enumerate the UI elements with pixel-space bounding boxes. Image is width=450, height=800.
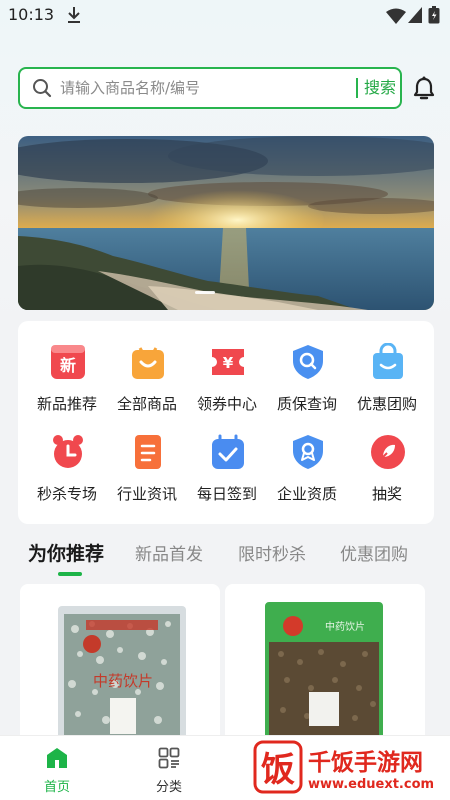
- tabbar-home[interactable]: 首页: [2, 736, 112, 800]
- menu-label: 新品推荐: [36, 395, 97, 413]
- signal-icon: [408, 7, 422, 23]
- svg-text:饭: 饭: [261, 750, 295, 790]
- menu-group-buy[interactable]: 优惠团购: [347, 343, 427, 423]
- banner-image: [18, 136, 434, 310]
- svg-text:中药饮片: 中药饮片: [325, 620, 365, 633]
- shopping-bag-icon: [373, 343, 403, 379]
- menu-label: 抽奖: [371, 485, 402, 503]
- tabbar-label: 分类: [155, 780, 182, 795]
- menu-label: 行业资讯: [116, 485, 177, 503]
- tab-new-arrivals[interactable]: 新品首发: [135, 540, 203, 565]
- shield-search-icon: [293, 345, 323, 379]
- menu-label: 质保查询: [276, 395, 337, 413]
- svg-text:新: 新: [60, 356, 76, 375]
- menu-new-products[interactable]: 新 新品推荐: [27, 343, 107, 423]
- menu-lottery[interactable]: 抽奖: [347, 433, 427, 513]
- menu-company-credentials[interactable]: 企业资质: [267, 433, 347, 513]
- status-bar: 10:13: [0, 0, 450, 32]
- svg-text:¥: ¥: [223, 354, 234, 372]
- notification-bell-icon[interactable]: [412, 76, 436, 102]
- watermark-url: www.eduext.com: [308, 777, 435, 792]
- menu-label: 秒杀专场: [36, 485, 97, 503]
- svg-text:中药饮片: 中药饮片: [93, 672, 153, 690]
- search-icon: [33, 79, 52, 98]
- new-badge-icon: 新: [51, 345, 85, 379]
- site-watermark: 饭 千饭手游网 www.eduext.com: [250, 737, 450, 800]
- tabbar-category[interactable]: 分类: [114, 736, 224, 800]
- tabbar-label: 首页: [43, 780, 70, 795]
- watermark-title: 千饭手游网: [308, 750, 423, 776]
- product-card[interactable]: 中药饮片: [225, 584, 425, 744]
- menu-flash-sale[interactable]: 秒杀专场: [27, 433, 107, 513]
- document-icon: [135, 435, 161, 469]
- home-icon: [47, 748, 67, 768]
- search-button[interactable]: 搜索: [360, 75, 400, 101]
- menu-label: 全部商品: [116, 395, 177, 413]
- product-card[interactable]: 中药饮片: [20, 584, 220, 744]
- quick-menu-panel: 新 新品推荐 全部商品 ¥ 领券中心 质保查询 优惠团购 秒杀专场 行业资讯 每…: [18, 321, 434, 524]
- banner-page-indicator: [195, 291, 215, 294]
- search-bar[interactable]: 搜索: [18, 67, 402, 109]
- product-image: 中药饮片: [265, 602, 383, 744]
- shield-certificate-icon: [293, 435, 323, 469]
- menu-label: 优惠团购: [356, 395, 417, 413]
- menu-coupon-center[interactable]: ¥ 领券中心: [187, 343, 267, 423]
- shopping-bag-icon: [132, 347, 164, 379]
- watermark-logo-icon: 饭: [253, 740, 303, 794]
- search-input[interactable]: [60, 76, 340, 100]
- status-time: 10:13: [8, 5, 55, 24]
- alarm-clock-icon: [53, 435, 83, 468]
- product-image: 中药饮片: [58, 606, 186, 744]
- recommend-tabs: 为你推荐 新品首发 限时秒杀 优惠团购: [0, 532, 450, 582]
- coupon-icon: ¥: [212, 349, 244, 375]
- download-icon: [68, 7, 80, 23]
- lottery-icon: [371, 435, 405, 469]
- promo-banner[interactable]: [18, 136, 434, 310]
- active-tab-indicator: [58, 572, 82, 576]
- search-divider: [356, 78, 358, 98]
- menu-all-products[interactable]: 全部商品: [107, 343, 187, 423]
- menu-industry-news[interactable]: 行业资讯: [107, 433, 187, 513]
- category-grid-icon: [158, 747, 180, 769]
- menu-label: 企业资质: [276, 485, 337, 503]
- tab-flash-sale[interactable]: 限时秒杀: [238, 540, 306, 565]
- menu-label: 领券中心: [196, 395, 257, 413]
- battery-icon: [428, 6, 440, 24]
- tab-recommended[interactable]: 为你推荐: [28, 539, 104, 566]
- calendar-check-icon: [212, 434, 244, 469]
- tab-group-buy[interactable]: 优惠团购: [340, 540, 408, 565]
- menu-daily-checkin[interactable]: 每日签到: [187, 433, 267, 513]
- menu-warranty-query[interactable]: 质保查询: [267, 343, 347, 423]
- menu-label: 每日签到: [196, 485, 257, 503]
- wifi-icon: [386, 8, 406, 24]
